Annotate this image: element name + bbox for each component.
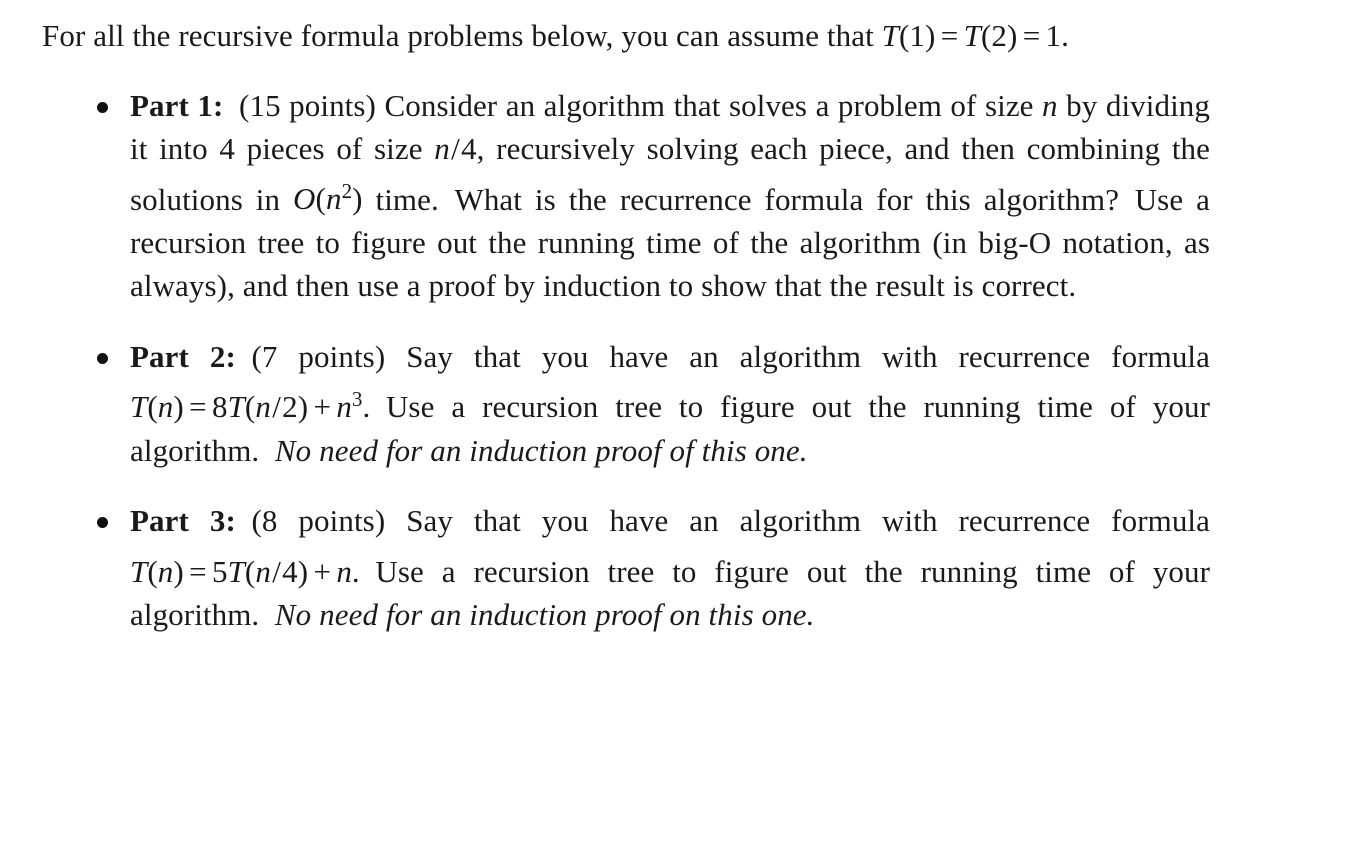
math-period: . [1061,18,1070,53]
recurrence-open-paren-2: ( [244,553,256,589]
bullet-icon [97,101,108,113]
math-open-paren-2: ( [980,18,992,53]
recurrence-equals: = [189,389,207,425]
fraction-numerator: n [434,131,450,166]
recurrence-close-paren: ) [173,389,184,425]
recurrence-variable: n [157,389,174,425]
recurrence-close-paren-2: ) [297,389,309,425]
recurrence-T: T [130,553,148,589]
math-symbol-T: T [881,18,899,53]
math-equals-2: = [1022,18,1041,53]
recurrence-term-exponent: 3 [351,387,363,412]
part-1-fraction: n/4 [434,131,476,166]
part-3-recurrence: T(n) = 5T(n/4) + n. [130,554,360,589]
math-close-paren-2: ) [1006,18,1018,53]
big-o-exponent: 2 [341,179,353,204]
part-3-label: Part 3: [130,503,236,539]
math-equals: = [940,18,959,53]
recurrence-plus: + [313,553,332,589]
recurrence-slash: / [272,553,281,589]
big-o-variable: n [325,181,342,217]
bullet-icon [97,517,108,529]
recurrence-close-paren: ) [173,553,184,589]
part-1-points: (15 points) [239,87,376,123]
part-2-emphasis: No need for an induction proof of this o… [274,432,808,468]
big-o-close-paren: ) [352,181,363,217]
recurrence-open-paren-2: ( [244,389,256,425]
recurrence-term-variable: n [336,553,352,589]
intro-paragraph: For all the recursive formula problems b… [42,14,1210,58]
intro-text: For all the recursive formula problems b… [42,18,882,53]
recurrence-term-variable: n [336,389,352,425]
part-2-label: Part 2: [130,338,236,374]
recurrence-period: . [351,553,360,589]
recurrence-T-2: T [227,389,245,425]
math-close-paren: ) [925,18,936,53]
part-1-label: Part 1: [130,87,224,123]
recurrence-T: T [130,389,148,425]
recurrence-open-paren: ( [147,389,158,425]
recurrence-open-paren: ( [147,553,158,589]
recurrence-sub-denominator: 4 [282,553,298,589]
recurrence-T-2: T [227,553,245,589]
recurrence-plus: + [313,389,332,425]
part-1-var-n: n [1042,87,1058,123]
math-arg-one: 1 [909,18,926,53]
part-1-text-1: Consider an algorithm that solves a prob… [384,87,1043,123]
part-1-big-o: O(n2) [293,179,363,217]
math-symbol-T-2: T [963,18,981,53]
part-1-text-4: time. [362,181,439,217]
list-item-part-3: Part 3: (8 points) Say that you have an … [42,499,1210,636]
intro-math-expression: T(1) = T(2) = 1. [882,18,1069,53]
recurrence-sub-numerator: n [255,389,271,425]
big-o-symbol: O [293,181,316,217]
part-3-emphasis: No need for an induction proof on this o… [274,597,815,633]
recurrence-close-paren-2: ) [297,553,309,589]
document-page: For all the recursive formula problems b… [0,0,1351,850]
part-2-text-1: Say that you have an algorithm with recu… [406,338,1210,374]
recurrence-sub-numerator: n [255,553,271,589]
part-1-text-5: What is the recurrence formula for this … [454,181,1120,217]
fraction-denominator: 4 [461,131,477,166]
recurrence-equals: = [189,553,207,589]
recurrence-coefficient: 8 [211,389,228,425]
list-item-part-1: Part 1: (15 points) Consider an algorith… [42,84,1210,308]
fraction-slash: / [451,131,460,166]
part-2-recurrence: T(n) = 8T(n/2) + n3. [130,387,370,425]
recurrence-coefficient: 5 [211,553,228,589]
part-3-points: (8 points) [251,503,386,539]
bullet-icon [97,352,108,364]
parts-list: Part 1: (15 points) Consider an algorith… [42,84,1210,637]
recurrence-slash: / [272,389,281,425]
list-item-part-2: Part 2: (7 points) Say that you have an … [42,335,1210,472]
part-3-text-1: Say that you have an algorithm with recu… [406,503,1210,539]
math-open-paren: ( [898,18,910,53]
recurrence-variable: n [157,553,174,589]
math-value: 1 [1045,18,1062,53]
part-2-points: (7 points) [251,338,386,374]
math-arg-two: 2 [991,18,1007,53]
recurrence-sub-denominator: 2 [282,389,298,425]
big-o-open-paren: ( [315,181,326,217]
